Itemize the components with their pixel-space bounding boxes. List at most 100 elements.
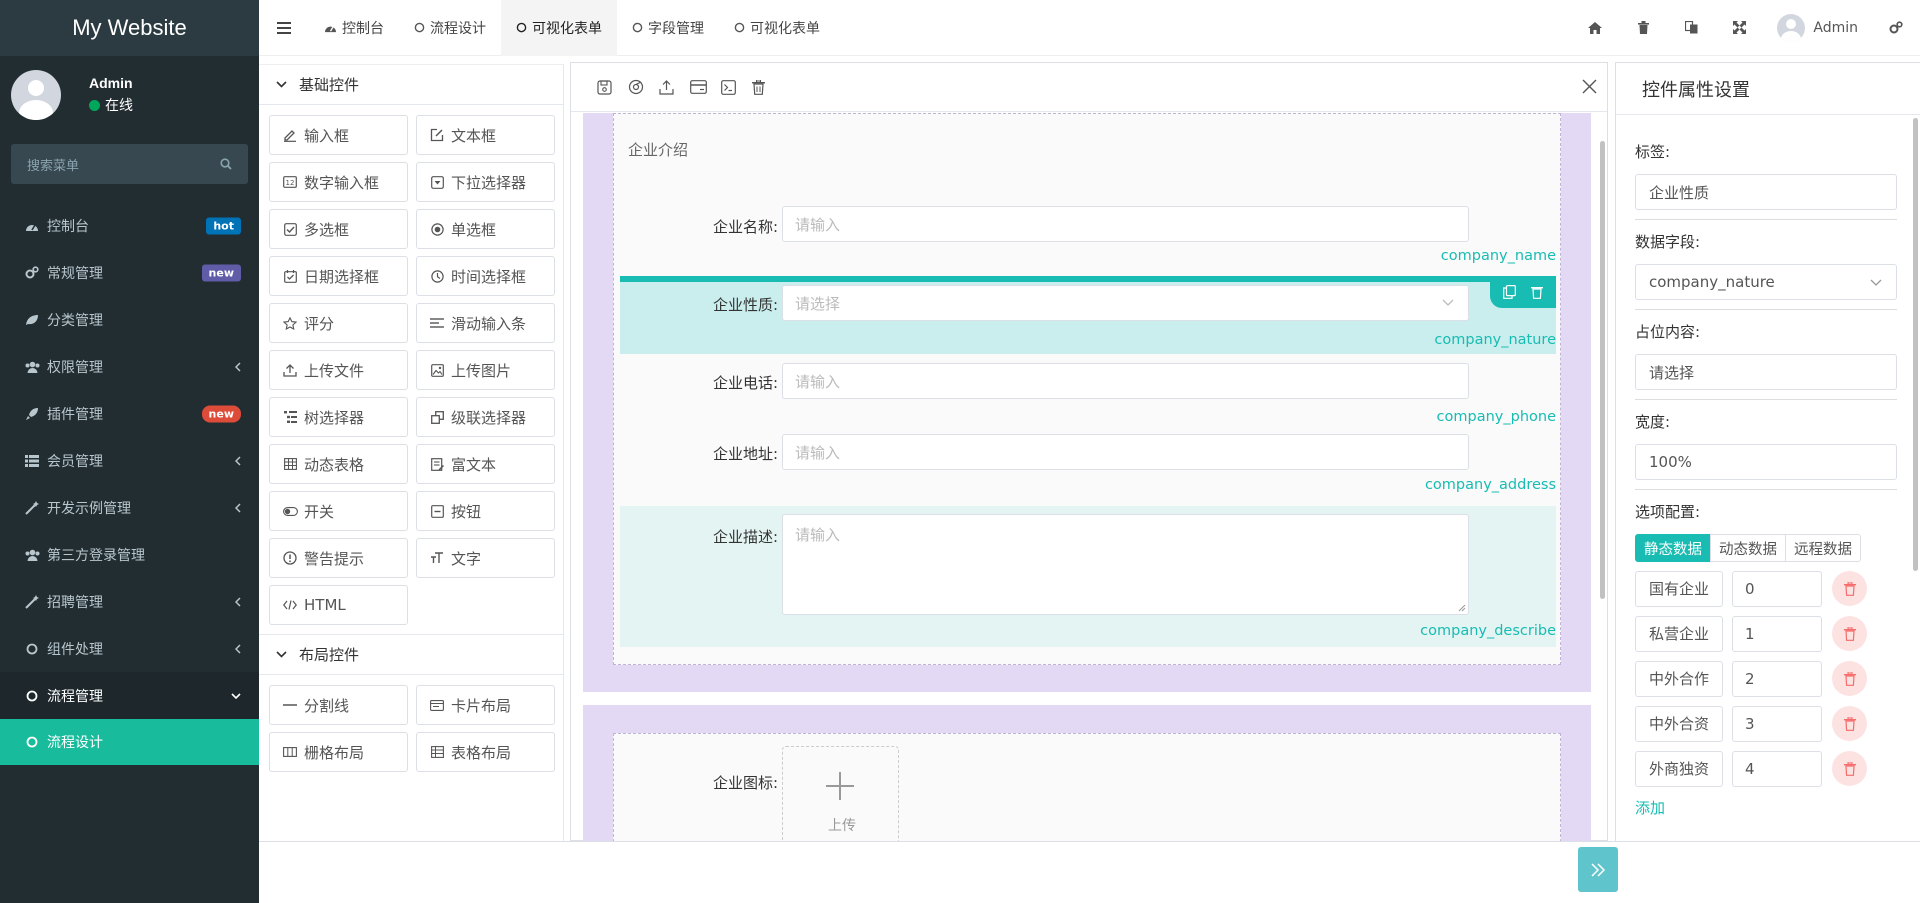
option-value-input[interactable]: 1 [1732, 615, 1822, 652]
company-name-input[interactable]: 请输入 [782, 206, 1469, 242]
option-label-input[interactable]: 中外合作 [1635, 660, 1723, 697]
home-button[interactable] [1571, 0, 1619, 56]
option-label-input[interactable]: 国有企业 [1635, 570, 1723, 607]
tab-dashboard[interactable]: 控制台 [309, 0, 399, 56]
company-phone-input[interactable]: 请输入 [782, 363, 1469, 399]
control-upload-image[interactable]: 上传图片 [416, 350, 555, 390]
tab-static-data[interactable]: 静态数据 [1635, 534, 1711, 562]
copy-icon[interactable] [1503, 285, 1517, 299]
sidebar-item-member[interactable]: 会员管理 [0, 437, 259, 484]
form-field-company-name[interactable]: 企业名称: 请输入 company_name [620, 206, 1556, 276]
basic-controls-header[interactable]: 基础控件 [259, 65, 563, 105]
properties-scrollbar[interactable] [1913, 118, 1918, 571]
control-table-layout[interactable]: 表格布局 [416, 732, 555, 772]
terminal-icon[interactable] [721, 77, 752, 97]
tab-visual-form-2[interactable]: 可视化表单 [719, 0, 835, 56]
control-card-layout[interactable]: 卡片布局 [416, 685, 555, 725]
sidebar-item-permission[interactable]: 权限管理 [0, 343, 259, 390]
preview-icon[interactable] [628, 77, 659, 97]
card-icon[interactable] [690, 77, 721, 97]
control-input[interactable]: 输入框 [269, 115, 408, 155]
control-html[interactable]: HTML [269, 585, 408, 625]
control-slider[interactable]: 滑动输入条 [416, 303, 555, 343]
sidebar-toggle-button[interactable] [259, 0, 309, 56]
prop-width-input[interactable]: 100% [1635, 444, 1897, 480]
prop-placeholder-input[interactable]: 请选择 [1635, 354, 1897, 390]
prop-field-select[interactable]: company_nature [1635, 264, 1897, 300]
canvas-scrollbar[interactable] [1600, 141, 1605, 599]
language-button[interactable] [1667, 0, 1715, 56]
control-button[interactable]: 按钮 [416, 491, 555, 531]
control-rate[interactable]: 评分 [269, 303, 408, 343]
save-icon[interactable] [597, 77, 628, 97]
sidebar-item-process-design[interactable]: 流程设计 [0, 719, 259, 765]
option-value-input[interactable]: 4 [1732, 750, 1822, 787]
option-value-input[interactable]: 3 [1732, 705, 1822, 742]
tab-remote-data[interactable]: 远程数据 [1785, 534, 1861, 562]
logo-upload-button[interactable]: 上传 [782, 746, 899, 841]
control-upload-file[interactable]: 上传文件 [269, 350, 408, 390]
form-card-2[interactable]: 企业图标: 上传 [613, 733, 1561, 841]
expand-panel-button[interactable] [1578, 847, 1618, 892]
control-grid-layout[interactable]: 栅格布局 [269, 732, 408, 772]
sidebar-item-recruitment[interactable]: 招聘管理 [0, 578, 259, 625]
form-field-company-phone[interactable]: 企业电话: 请输入 company_phone [620, 354, 1556, 426]
option-label-input[interactable]: 外商独资 [1635, 750, 1723, 787]
control-textarea[interactable]: 文本框 [416, 115, 555, 155]
sidebar-item-process-management[interactable]: 流程管理 [0, 672, 259, 719]
form-field-company-logo[interactable]: 企业图标: 上传 [620, 746, 1556, 841]
control-time-picker[interactable]: 时间选择框 [416, 256, 555, 296]
control-text[interactable]: 文字 [416, 538, 555, 578]
option-label-input[interactable]: 中外合资 [1635, 705, 1723, 742]
sidebar-item-general[interactable]: 常规管理 new [0, 249, 259, 296]
control-radio[interactable]: 单选框 [416, 209, 555, 249]
control-rich-text[interactable]: 富文本 [416, 444, 555, 484]
sidebar-item-category[interactable]: 分类管理 [0, 296, 259, 343]
control-dynamic-table[interactable]: 动态表格 [269, 444, 408, 484]
tab-visual-form[interactable]: 可视化表单 [501, 0, 617, 56]
form-field-company-nature[interactable]: 企业性质: 请选择 company_nature [620, 276, 1556, 354]
sidebar-item-third-party-login[interactable]: 第三方登录管理 [0, 531, 259, 578]
company-nature-select[interactable]: 请选择 [782, 285, 1469, 321]
control-number-input[interactable]: 12 数字输入框 [269, 162, 408, 202]
tab-process-design[interactable]: 流程设计 [399, 0, 501, 56]
add-option-link[interactable]: 添加 [1635, 797, 1897, 818]
option-value-input[interactable]: 0 [1732, 570, 1822, 607]
trash-icon[interactable] [752, 77, 783, 97]
settings-button[interactable] [1872, 0, 1920, 56]
delete-option-button[interactable] [1832, 616, 1867, 651]
brand-logo[interactable]: My Website [0, 0, 259, 56]
option-label-input[interactable]: 私营企业 [1635, 615, 1723, 652]
form-field-company-address[interactable]: 企业地址: 请输入 company_address [620, 434, 1556, 506]
sidebar-item-components[interactable]: 组件处理 [0, 625, 259, 672]
import-icon[interactable] [659, 77, 690, 97]
control-switch[interactable]: 开关 [269, 491, 408, 531]
control-select[interactable]: 下拉选择器 [416, 162, 555, 202]
control-tree-select[interactable]: 树选择器 [269, 397, 408, 437]
control-date-picker[interactable]: 日期选择框 [269, 256, 408, 296]
tab-field-management[interactable]: 字段管理 [617, 0, 719, 56]
card-section-2[interactable]: 企业图标: 上传 [583, 705, 1591, 841]
delete-option-button[interactable] [1832, 751, 1867, 786]
clear-cache-button[interactable] [1619, 0, 1667, 56]
fullscreen-button[interactable] [1715, 0, 1763, 56]
form-card[interactable]: 企业介绍 企业名称: 请输入 company_name 企业性质: 请选择 co… [613, 113, 1561, 665]
sidebar-item-dashboard[interactable]: 控制台 hot [0, 202, 259, 249]
sidebar-search-input[interactable]: 搜索菜单 [11, 144, 248, 184]
close-icon[interactable] [1582, 79, 1597, 94]
option-value-input[interactable]: 2 [1732, 660, 1822, 697]
control-checkbox[interactable]: 多选框 [269, 209, 408, 249]
delete-icon[interactable] [1530, 285, 1543, 299]
tab-dynamic-data[interactable]: 动态数据 [1710, 534, 1786, 562]
control-alert[interactable]: 警告提示 [269, 538, 408, 578]
user-menu[interactable]: Admin [1763, 13, 1872, 42]
control-cascader[interactable]: 级联选择器 [416, 397, 555, 437]
sidebar-item-dev-examples[interactable]: 开发示例管理 [0, 484, 259, 531]
sidebar-item-plugin[interactable]: 插件管理 new [0, 390, 259, 437]
card-section[interactable]: 企业介绍 企业名称: 请输入 company_name 企业性质: 请选择 co… [583, 113, 1591, 692]
delete-option-button[interactable] [1832, 706, 1867, 741]
delete-option-button[interactable] [1832, 571, 1867, 606]
prop-label-input[interactable]: 企业性质 [1635, 174, 1897, 210]
company-describe-textarea[interactable]: 请输入 [782, 514, 1469, 615]
company-address-input[interactable]: 请输入 [782, 434, 1469, 470]
